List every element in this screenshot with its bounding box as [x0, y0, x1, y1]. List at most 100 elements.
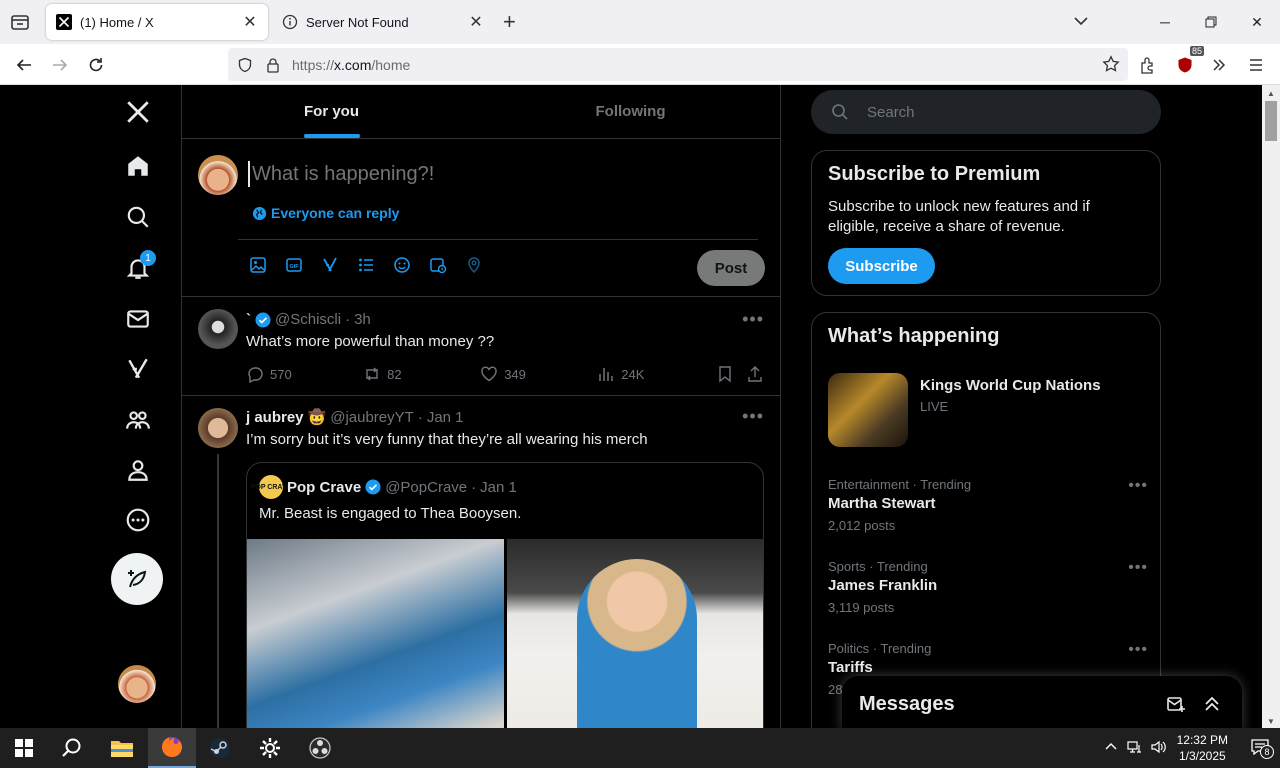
account-avatar[interactable] — [118, 665, 156, 703]
compose-post-button[interactable] — [111, 553, 163, 605]
reload-icon[interactable] — [83, 52, 109, 78]
lock-icon[interactable] — [262, 57, 284, 73]
post-button[interactable]: Post — [697, 250, 765, 286]
tweet-time[interactable]: Jan 1 — [427, 409, 464, 426]
grok-icon[interactable] — [120, 351, 156, 387]
search-input[interactable] — [867, 103, 1127, 121]
volume-icon[interactable] — [1147, 740, 1171, 757]
live-event[interactable]: Kings World Cup Nations LIVE — [828, 373, 1148, 447]
share-button[interactable] — [746, 365, 766, 383]
scrollbar-thumb[interactable] — [1265, 101, 1277, 141]
bookmark-button[interactable] — [716, 365, 746, 383]
trend-item[interactable]: Entertainment · Trending Martha Stewart … — [828, 477, 1148, 537]
obs-taskbar-icon[interactable] — [296, 728, 344, 768]
schedule-icon[interactable] — [428, 255, 448, 275]
notifications-bell-icon[interactable]: 1 — [120, 250, 156, 286]
grok-compose-icon[interactable] — [320, 255, 340, 275]
quoted-tweet[interactable]: POP CRAVE Pop Crave @PopCrave · Jan 1 Mr… — [246, 462, 764, 728]
new-tab-icon[interactable]: + — [503, 10, 516, 34]
shield-icon[interactable] — [234, 57, 256, 73]
network-icon[interactable] — [1123, 740, 1147, 757]
page-scrollbar[interactable]: ▲ ▼ — [1262, 85, 1280, 728]
tweet-time[interactable]: 3h — [354, 311, 371, 328]
steam-taskbar-icon[interactable] — [196, 728, 244, 768]
address-bar[interactable]: https://x.com/home — [228, 48, 1128, 81]
restore-icon[interactable] — [1188, 0, 1234, 44]
tweet-author-name[interactable]: ` — [246, 311, 251, 328]
quote-image-right[interactable] — [507, 539, 763, 728]
overflow-chevrons-icon[interactable] — [1206, 52, 1232, 78]
tweet-more-icon[interactable]: ••• — [742, 309, 764, 330]
tweet-avatar[interactable] — [198, 309, 238, 349]
scroll-up-icon[interactable]: ▲ — [1267, 89, 1275, 98]
action-center-icon[interactable]: 8 — [1240, 738, 1280, 759]
expand-up-icon[interactable] — [1194, 686, 1230, 722]
url-path: /home — [371, 56, 411, 73]
firefox-taskbar-icon[interactable] — [148, 728, 196, 768]
hamburger-menu-icon[interactable] — [1243, 52, 1269, 78]
media-icon[interactable] — [248, 255, 268, 275]
file-explorer-icon[interactable] — [98, 728, 146, 768]
emoji-icon[interactable] — [392, 255, 412, 275]
composer-avatar[interactable] — [198, 155, 238, 195]
extensions-icon[interactable] — [1135, 52, 1161, 78]
trend-item[interactable]: Sports · Trending James Franklin 3,119 p… — [828, 559, 1148, 619]
home-icon[interactable] — [120, 148, 156, 184]
minimize-icon[interactable]: ─ — [1142, 0, 1188, 44]
trend-more-icon[interactable]: ••• — [1128, 641, 1148, 659]
quote-time: Jan 1 — [480, 478, 517, 496]
close-window-icon[interactable]: ✕ — [1234, 0, 1280, 44]
tab-list-icon[interactable] — [8, 10, 32, 34]
browser-tab-home[interactable]: (1) Home / X ✕ — [46, 4, 268, 40]
tweet-handle[interactable]: @Schiscli — [275, 311, 341, 328]
windows-start-icon[interactable] — [0, 728, 48, 768]
profile-icon[interactable] — [120, 452, 156, 488]
x-page: 1 For you Following What is happening?! … — [0, 85, 1262, 728]
tweet-more-icon[interactable]: ••• — [742, 406, 764, 427]
close-tab-icon[interactable]: ✕ — [238, 10, 262, 34]
chevron-down-icon[interactable] — [1072, 12, 1090, 35]
poll-icon[interactable] — [356, 255, 376, 275]
tweet-jaubrey[interactable]: j aubrey 🤠 @jaubreyYT · Jan 1 ••• I’m so… — [182, 396, 780, 728]
tweet-author-name[interactable]: j aubrey — [246, 409, 304, 426]
forward-icon[interactable] — [47, 52, 73, 78]
communities-icon[interactable] — [120, 402, 156, 438]
x-logo-icon[interactable] — [120, 94, 156, 130]
tab-underline — [303, 134, 360, 138]
more-circle-icon[interactable] — [120, 502, 156, 538]
tweet-avatar[interactable] — [198, 408, 238, 448]
repost-button[interactable]: 82 — [363, 365, 480, 383]
browser-tab-server-not-found[interactable]: Server Not Found ✕ — [272, 4, 494, 40]
reply-setting-button[interactable]: Everyone can reply — [252, 205, 399, 221]
gif-icon[interactable]: GIF — [284, 255, 304, 275]
scroll-down-icon[interactable]: ▼ — [1267, 717, 1275, 726]
trend-more-icon[interactable]: ••• — [1128, 477, 1148, 495]
tray-chevron-up-icon[interactable] — [1099, 741, 1123, 756]
tab-for-you[interactable]: For you — [182, 85, 481, 138]
messages-mail-icon[interactable] — [120, 301, 156, 337]
subscribe-button[interactable]: Subscribe — [828, 248, 935, 284]
tweet-dot: · — [345, 311, 351, 328]
ublock-icon[interactable]: 85 — [1172, 46, 1204, 78]
taskbar-search-icon[interactable] — [48, 728, 96, 768]
new-message-icon[interactable] — [1158, 686, 1194, 722]
tab-following[interactable]: Following — [481, 85, 780, 138]
trend-more-icon[interactable]: ••• — [1128, 559, 1148, 577]
close-tab-icon[interactable]: ✕ — [464, 10, 488, 34]
tweet-schiscli[interactable]: ` @Schiscli · 3h ••• What’s more powerfu… — [182, 297, 780, 396]
location-icon[interactable] — [464, 255, 484, 275]
reply-button[interactable]: 570 — [246, 365, 363, 383]
bookmark-star-icon[interactable] — [1102, 55, 1120, 76]
settings-gear-icon[interactable] — [246, 728, 294, 768]
views-button[interactable]: 24K — [597, 365, 716, 383]
taskbar-clock[interactable]: 12:32 PM 1/3/2025 — [1177, 732, 1228, 764]
compose-textbox[interactable]: What is happening?! — [248, 161, 748, 187]
tab-label: For you — [304, 103, 359, 120]
back-icon[interactable] — [11, 52, 37, 78]
search-bar[interactable] — [811, 90, 1161, 134]
messages-drawer[interactable]: Messages — [842, 676, 1242, 732]
quote-image-left[interactable] — [247, 539, 504, 728]
tweet-handle[interactable]: @jaubreyYT — [330, 409, 414, 426]
explore-search-icon[interactable] — [120, 199, 156, 235]
like-button[interactable]: 349 — [480, 365, 597, 383]
